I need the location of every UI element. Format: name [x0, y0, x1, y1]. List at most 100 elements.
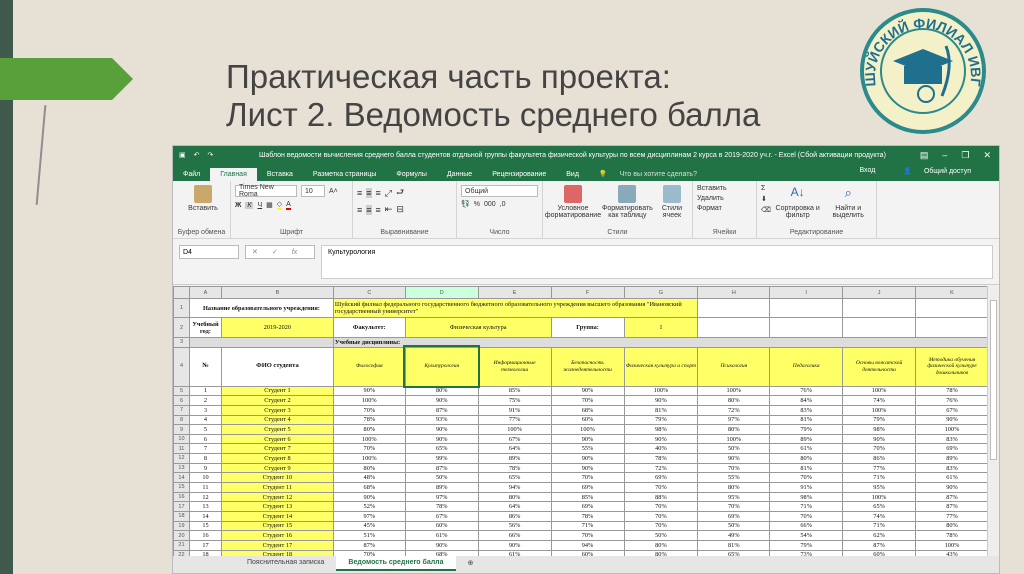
grade-cell[interactable]: 78% [915, 385, 989, 397]
sort-filter-button[interactable]: A↓ Сортировка и фильтр [774, 185, 822, 226]
grade-cell[interactable]: 87% [842, 539, 917, 551]
cell[interactable] [188, 337, 334, 348]
indent-icon[interactable]: ⇤ [385, 204, 393, 215]
grade-cell[interactable]: 78% [332, 414, 406, 426]
student-name[interactable]: Студент 6 [220, 433, 334, 445]
column-header-k[interactable]: K [915, 286, 989, 299]
grade-cell[interactable]: 79% [769, 424, 844, 435]
grade-cell[interactable]: 61% [404, 530, 479, 541]
grade-cell[interactable]: 70% [697, 501, 771, 512]
grade-cell[interactable]: 90% [404, 395, 479, 406]
group-label[interactable]: Группа: [550, 317, 625, 338]
grade-cell[interactable]: 90% [477, 539, 552, 551]
student-name[interactable]: Студент 12 [220, 491, 334, 503]
grade-cell[interactable]: 65% [477, 472, 552, 484]
decimal-icon[interactable]: ,0 [500, 201, 506, 208]
tab-data[interactable]: Данные [437, 168, 482, 181]
row-header[interactable]: 2 [173, 317, 190, 338]
column-header-d[interactable]: D [404, 286, 479, 299]
column-header-b[interactable]: B [220, 286, 334, 299]
grade-cell[interactable]: 89% [477, 453, 552, 464]
conditional-format-button[interactable]: Условное форматирование [545, 185, 601, 226]
grade-cell[interactable]: 56% [477, 520, 552, 532]
grade-cell[interactable]: 54% [769, 530, 844, 541]
column-header-f[interactable]: F [550, 286, 625, 299]
italic-button[interactable]: К [245, 201, 254, 209]
grade-cell[interactable]: 50% [697, 520, 771, 532]
grade-cell[interactable]: 70% [550, 395, 625, 406]
column-header-j[interactable]: J [842, 286, 917, 299]
grade-cell[interactable]: 90% [404, 433, 479, 445]
tell-me-box[interactable]: 💡 Что вы хотите сделать? [589, 167, 717, 181]
grade-cell[interactable]: 60% [550, 414, 625, 426]
grade-cell[interactable]: 74% [842, 510, 917, 522]
grade-cell[interactable]: 83% [769, 404, 844, 416]
currency-icon[interactable]: 💱 [461, 200, 470, 208]
row-header[interactable]: 15 [173, 482, 190, 493]
student-number[interactable]: 4 [188, 414, 222, 426]
grade-cell[interactable]: 89% [915, 453, 989, 464]
grade-cell[interactable]: 69% [623, 472, 699, 484]
grade-cell[interactable]: 81% [697, 539, 771, 551]
grade-cell[interactable]: 94% [550, 539, 625, 551]
restore-button[interactable]: ❐ [961, 150, 969, 161]
grade-cell[interactable]: 70% [697, 462, 771, 474]
row-header[interactable]: 12 [173, 453, 190, 464]
student-name[interactable]: Студент 4 [220, 414, 334, 426]
grade-cell[interactable]: 71% [769, 501, 844, 512]
grade-cell[interactable]: 80% [477, 491, 552, 503]
grade-cell[interactable]: 70% [623, 510, 699, 522]
subject-header[interactable]: Философия [332, 346, 406, 387]
grade-cell[interactable]: 90% [332, 385, 406, 397]
student-number[interactable]: 10 [188, 472, 222, 484]
grade-cell[interactable]: 51% [332, 530, 406, 541]
close-button[interactable]: ✕ [983, 150, 991, 161]
grade-cell[interactable]: 72% [697, 404, 771, 416]
grade-cell[interactable]: 61% [769, 443, 844, 455]
name-box[interactable]: D4 [179, 245, 239, 259]
group-value[interactable]: 1 [623, 317, 699, 338]
grade-cell[interactable]: 100% [697, 385, 771, 397]
grade-cell[interactable]: 70% [550, 472, 625, 484]
row-header[interactable]: 3 [173, 337, 190, 348]
subject-header[interactable]: Культурология [403, 345, 481, 389]
grade-cell[interactable]: 80% [697, 482, 771, 493]
grade-cell[interactable]: 48% [332, 472, 406, 484]
grade-cell[interactable]: 80% [404, 385, 479, 397]
add-sheet-button[interactable]: ⊕ [456, 556, 486, 570]
grade-cell[interactable]: 69% [697, 510, 771, 522]
cell[interactable] [697, 298, 771, 318]
number-header[interactable]: № [188, 346, 222, 387]
grade-cell[interactable]: 72% [623, 462, 699, 474]
percent-icon[interactable]: % [474, 201, 480, 208]
grade-cell[interactable]: 90% [842, 433, 917, 445]
grade-cell[interactable]: 77% [915, 510, 989, 522]
grade-cell[interactable]: 70% [769, 472, 844, 484]
grade-cell[interactable]: 100% [842, 491, 917, 503]
formula-input[interactable]: Культурология [321, 245, 993, 279]
grade-cell[interactable]: 65% [842, 501, 917, 512]
grade-cell[interactable]: 90% [550, 462, 625, 474]
grade-cell[interactable]: 90% [697, 453, 771, 464]
grade-cell[interactable]: 94% [477, 482, 552, 493]
grade-cell[interactable]: 78% [623, 453, 699, 464]
grade-cell[interactable]: 97% [332, 510, 406, 522]
ribbon-display-icon[interactable]: ▤ [920, 150, 929, 161]
grade-cell[interactable]: 67% [404, 510, 479, 522]
institution-value[interactable]: Шуйский филиал федерального государствен… [332, 298, 699, 318]
grade-cell[interactable]: 100% [915, 539, 989, 551]
grade-cell[interactable]: 90% [404, 424, 479, 435]
find-select-button[interactable]: ⌕ Найти и выделить [824, 185, 872, 226]
align-middle-icon[interactable]: ≡ [366, 188, 372, 198]
grade-cell[interactable]: 40% [623, 443, 699, 455]
grade-cell[interactable]: 95% [842, 482, 917, 493]
grade-cell[interactable]: 97% [404, 491, 479, 503]
grade-cell[interactable]: 61% [915, 472, 989, 484]
grade-cell[interactable]: 66% [477, 530, 552, 541]
student-name[interactable]: Студент 8 [220, 453, 334, 464]
subject-header[interactable]: Психология [697, 346, 771, 387]
minimize-button[interactable]: – [942, 150, 947, 161]
row-header[interactable]: 14 [173, 472, 190, 484]
grade-cell[interactable]: 93% [404, 414, 479, 426]
grade-cell[interactable]: 91% [769, 482, 844, 493]
